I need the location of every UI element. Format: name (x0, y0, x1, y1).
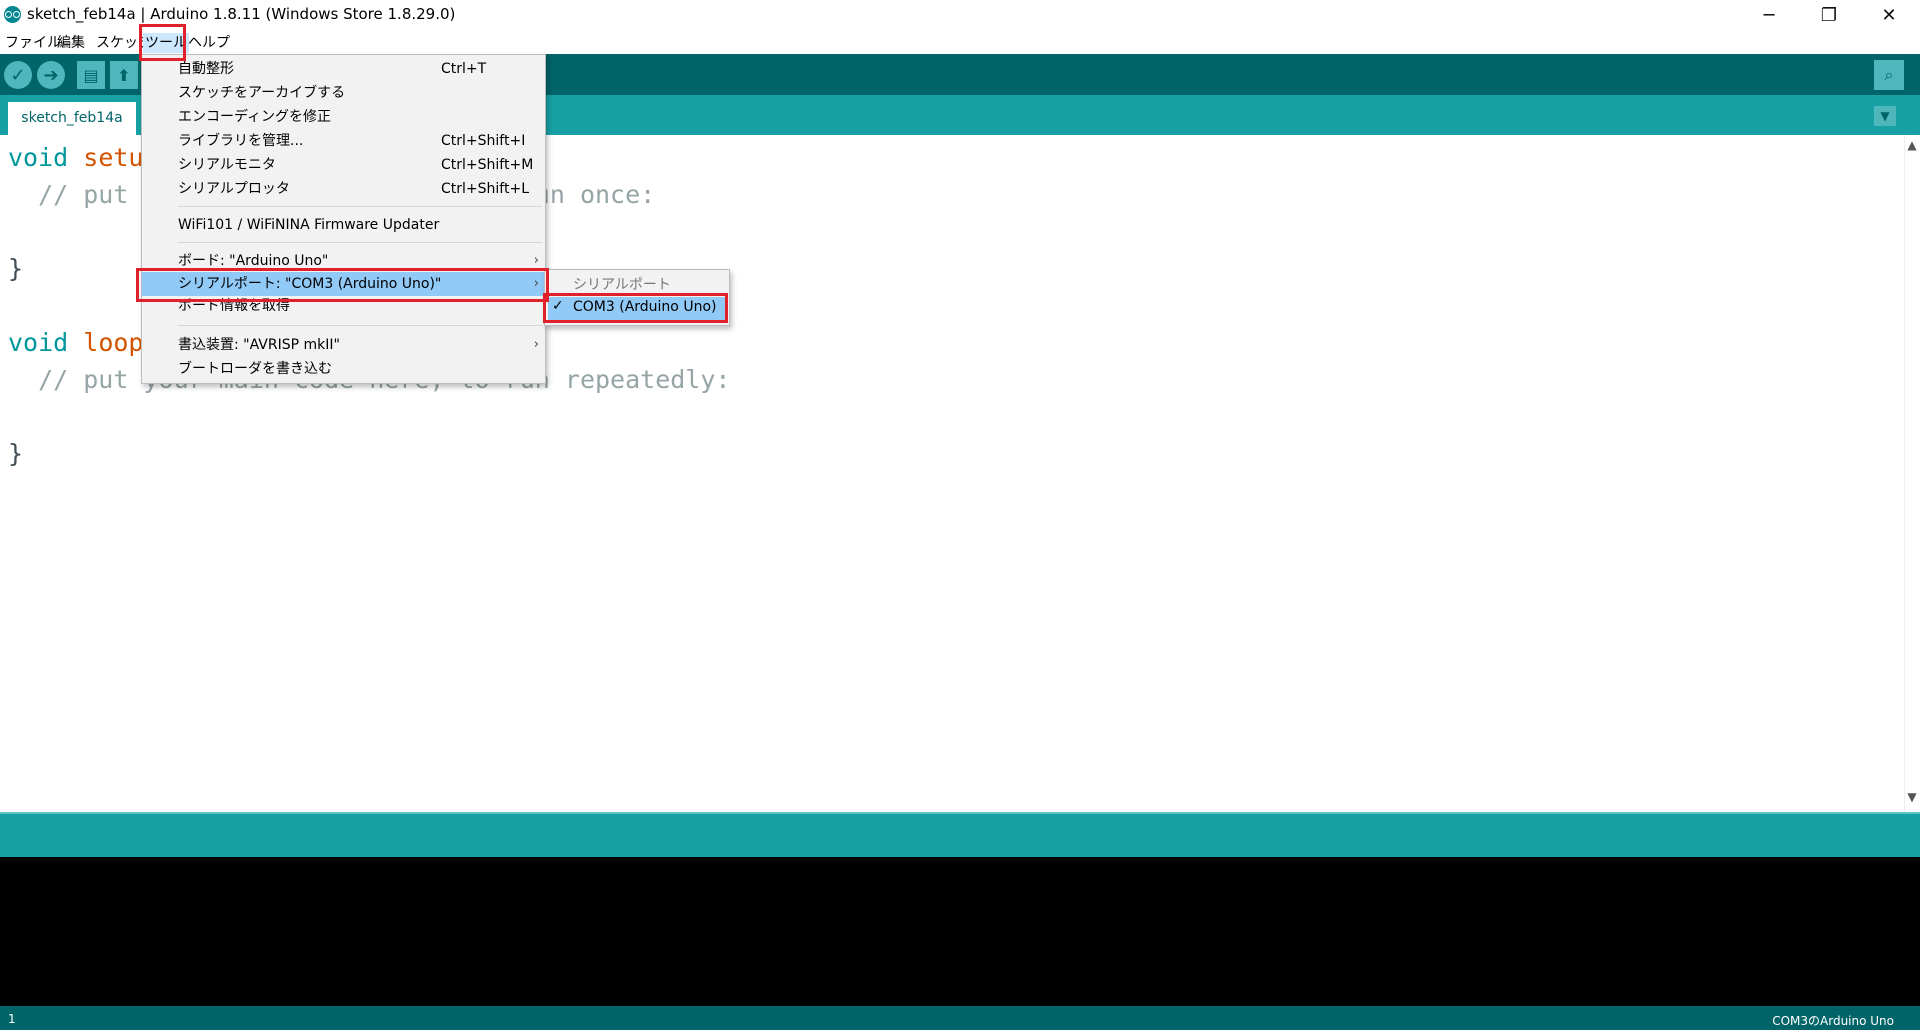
status-board-port: COM3のArduino Uno (1772, 1014, 1894, 1028)
minimize-button[interactable]: ─ (1740, 0, 1798, 30)
menu-item-board-info[interactable]: ボード情報を取得 (142, 297, 545, 311)
console-output[interactable] (0, 857, 1920, 1006)
menu-item-programmer[interactable]: 書込装置: "AVRISP mkII" › (142, 333, 545, 357)
code-keyword: void (8, 328, 69, 357)
submenu-arrow-icon: › (533, 337, 539, 352)
restore-button[interactable]: ❐ (1800, 0, 1858, 30)
serial-monitor-button[interactable]: ⌕ (1874, 60, 1904, 90)
menu-file[interactable]: ファイル (3, 33, 63, 53)
code-line: } (8, 439, 24, 468)
menu-item-shortcut: Ctrl+Shift+L (441, 181, 529, 197)
menu-bar (0, 30, 1920, 55)
menu-item-serial-port[interactable]: シリアルポート: "COM3 (Arduino Uno)" › (142, 272, 545, 296)
menu-separator (178, 242, 542, 243)
menu-item-label: ライブラリを管理... (178, 133, 304, 149)
tab-menu-chevron-icon[interactable]: ▼ (1874, 106, 1896, 126)
code-keyword: void (8, 143, 69, 172)
menu-item-label: ブートローダを書き込む (178, 361, 332, 377)
menu-separator (178, 206, 542, 207)
menu-item-shortcut: Ctrl+Shift+I (441, 133, 526, 149)
menu-item-shortcut: Ctrl+Shift+M (441, 157, 534, 173)
menu-item-auto-format[interactable]: 自動整形 Ctrl+T (142, 57, 545, 81)
arduino-logo-icon (4, 6, 21, 23)
menu-item-label: シリアルモニタ (178, 157, 276, 173)
scroll-up-icon[interactable]: ▲ (1904, 138, 1920, 154)
port-option-com3[interactable]: ✓ COM3 (Arduino Uno) (548, 297, 726, 320)
code-function: loop (83, 328, 144, 357)
menu-item-label: スケッチをアーカイブする (178, 85, 346, 101)
menu-item-manage-libraries[interactable]: ライブラリを管理... Ctrl+Shift+I (142, 129, 545, 153)
submenu-arrow-icon: › (533, 253, 539, 268)
new-sketch-button[interactable]: ▤ (77, 61, 105, 89)
scroll-down-icon[interactable]: ▼ (1904, 790, 1920, 806)
upload-button[interactable]: ➔ (37, 61, 65, 89)
status-bar (0, 1006, 1920, 1030)
close-button[interactable]: ✕ (1860, 0, 1918, 30)
window-title: sketch_feb14a | Arduino 1.8.11 (Windows … (27, 5, 456, 23)
menu-tools[interactable]: ツール (143, 33, 189, 53)
tab-sketch[interactable]: sketch_feb14a (8, 102, 136, 135)
tools-dropdown-menu: 自動整形 Ctrl+T スケッチをアーカイブする エンコーディングを修正 ライブラ… (141, 54, 546, 384)
menu-item-serial-monitor[interactable]: シリアルモニタ Ctrl+Shift+M (142, 153, 545, 177)
verify-button[interactable]: ✓ (4, 61, 32, 89)
menu-edit[interactable]: 編集 (55, 33, 87, 53)
vertical-scrollbar[interactable] (1904, 135, 1920, 812)
serial-port-submenu: シリアルポート ✓ COM3 (Arduino Uno) (544, 269, 730, 326)
menu-item-serial-plotter[interactable]: シリアルプロッタ Ctrl+Shift+L (142, 177, 545, 201)
menu-item-firmware-updater[interactable]: WiFi101 / WiFiNINA Firmware Updater (142, 213, 545, 237)
message-bar (0, 812, 1920, 859)
menu-item-label: 自動整形 (178, 61, 234, 77)
menu-item-archive-sketch[interactable]: スケッチをアーカイブする (142, 81, 545, 105)
code-line: } (8, 254, 24, 283)
port-option-label: COM3 (Arduino Uno) (573, 299, 717, 315)
menu-item-label: ボード情報を取得 (178, 298, 290, 311)
menu-item-label: 書込装置: "AVRISP mkII" (178, 337, 340, 353)
menu-item-fix-encoding[interactable]: エンコーディングを修正 (142, 105, 545, 129)
menu-item-label: シリアルプロッタ (178, 181, 290, 197)
menu-item-label: ボード: "Arduino Uno" (178, 253, 329, 269)
status-line-number: 1 (8, 1012, 16, 1026)
menu-item-label: エンコーディングを修正 (178, 109, 332, 125)
menu-item-shortcut: Ctrl+T (441, 61, 487, 77)
menu-separator (178, 325, 542, 326)
checkmark-icon: ✓ (552, 298, 564, 314)
open-button[interactable]: ⬆ (110, 61, 138, 89)
menu-item-label: シリアルポート: "COM3 (Arduino Uno)" (178, 276, 442, 292)
menu-item-label: WiFi101 / WiFiNINA Firmware Updater (178, 217, 440, 233)
menu-item-board[interactable]: ボード: "Arduino Uno" › (142, 249, 545, 273)
submenu-header: シリアルポート (573, 277, 671, 293)
menu-item-burn-bootloader[interactable]: ブートローダを書き込む (142, 357, 545, 381)
submenu-arrow-icon: › (533, 276, 539, 291)
menu-help[interactable]: ヘルプ (186, 33, 232, 53)
